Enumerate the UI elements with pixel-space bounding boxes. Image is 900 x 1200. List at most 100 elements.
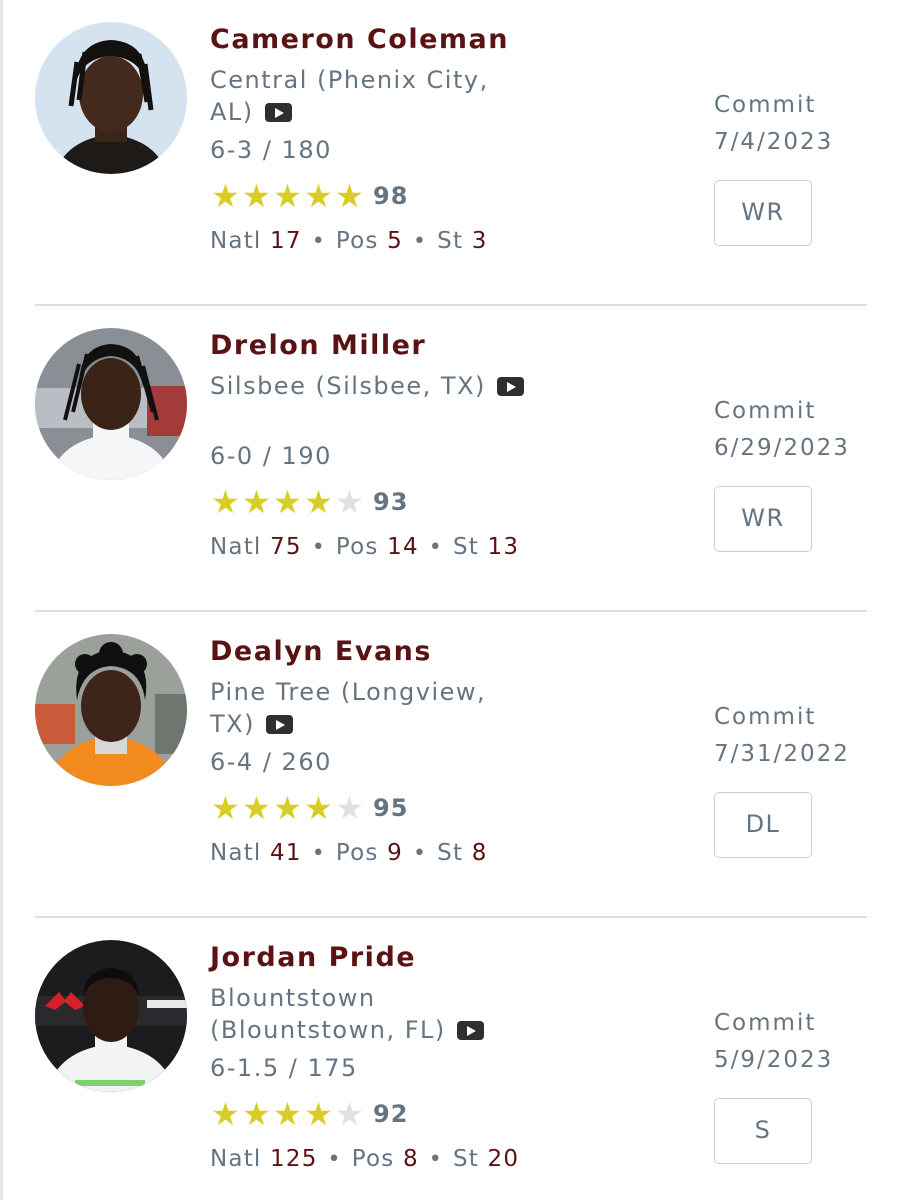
commit-date: 5/9/2023 xyxy=(714,1047,834,1073)
st-rank[interactable]: 20 xyxy=(488,1146,520,1172)
height-weight: 6-4 / 260 xyxy=(210,748,332,776)
video-play-icon[interactable] xyxy=(266,715,294,734)
rankings: Natl 125 • Pos 8 • St 20 xyxy=(210,1146,519,1172)
pos-rank[interactable]: 8 xyxy=(403,1146,419,1172)
pos-rank[interactable]: 9 xyxy=(387,840,403,866)
star-rating: ★ ★ ★ ★ ★ xyxy=(210,180,365,212)
star-filled-icon: ★ xyxy=(304,789,333,827)
star-filled-icon: ★ xyxy=(211,177,240,215)
rating-score: 92 xyxy=(373,1100,409,1128)
player-avatar[interactable] xyxy=(35,634,187,786)
school-text: Silsbee (Silsbee, TX) xyxy=(210,372,486,400)
position-badge[interactable]: DL xyxy=(714,792,812,858)
rating-row: ★ ★ ★ ★ ★ 95 xyxy=(210,792,408,824)
pos-label: Pos xyxy=(335,840,379,866)
star-filled-icon: ★ xyxy=(242,789,271,827)
video-play-icon[interactable] xyxy=(456,1021,484,1040)
recruit-card[interactable]: Cameron Coleman Central (Phenix City, AL… xyxy=(35,0,867,306)
player-school: Central (Phenix City, AL) xyxy=(210,64,530,128)
star-filled-icon: ★ xyxy=(242,483,271,521)
star-filled-icon: ★ xyxy=(273,789,302,827)
star-empty-icon: ★ xyxy=(335,1095,364,1133)
rating-score: 95 xyxy=(373,794,409,822)
pos-rank[interactable]: 14 xyxy=(387,534,419,560)
school-text: Pine Tree (Longview, TX) xyxy=(210,678,487,738)
player-school: Blountstown (Blountstown, FL) xyxy=(210,982,530,1046)
separator-dot: • xyxy=(311,229,326,254)
separator-dot: • xyxy=(311,535,326,560)
st-label: St xyxy=(452,534,480,560)
natl-label: Natl xyxy=(210,1146,262,1172)
star-rating: ★ ★ ★ ★ ★ xyxy=(210,792,365,824)
star-filled-icon: ★ xyxy=(273,483,302,521)
player-name[interactable]: Jordan Pride xyxy=(210,942,416,973)
commit-date: 6/29/2023 xyxy=(714,435,850,461)
video-play-icon[interactable] xyxy=(264,103,292,122)
rankings: Natl 75 • Pos 14 • St 13 xyxy=(210,534,519,560)
natl-label: Natl xyxy=(210,534,262,560)
page-left-border xyxy=(0,0,3,1200)
commit-date: 7/4/2023 xyxy=(714,129,834,155)
height-weight: 6-1.5 / 175 xyxy=(210,1054,358,1082)
star-filled-icon: ★ xyxy=(211,789,240,827)
st-rank[interactable]: 13 xyxy=(488,534,520,560)
st-rank[interactable]: 3 xyxy=(472,228,488,254)
position-badge[interactable]: S xyxy=(714,1098,812,1164)
commit-label: Commit xyxy=(714,92,817,118)
commit-label: Commit xyxy=(714,398,817,424)
star-filled-icon: ★ xyxy=(242,1095,271,1133)
player-avatar[interactable] xyxy=(35,22,187,174)
st-label: St xyxy=(437,840,464,866)
separator-dot: • xyxy=(428,1147,443,1172)
commit-label: Commit xyxy=(714,1010,817,1036)
player-name[interactable]: Drelon Miller xyxy=(210,330,426,361)
player-avatar[interactable] xyxy=(35,940,187,1092)
natl-label: Natl xyxy=(210,840,262,866)
player-name[interactable]: Dealyn Evans xyxy=(210,636,432,667)
pos-rank[interactable]: 5 xyxy=(387,228,403,254)
recruit-card[interactable]: Drelon Miller Silsbee (Silsbee, TX) 6-0 … xyxy=(35,306,867,612)
position-badge[interactable]: WR xyxy=(714,180,812,246)
player-school: Pine Tree (Longview, TX) xyxy=(210,676,530,740)
star-empty-icon: ★ xyxy=(335,483,364,521)
pos-label: Pos xyxy=(335,228,379,254)
natl-rank[interactable]: 75 xyxy=(270,534,302,560)
pos-label: Pos xyxy=(335,534,379,560)
player-avatar[interactable] xyxy=(35,328,187,480)
separator-dot: • xyxy=(311,841,326,866)
rankings: Natl 17 • Pos 5 • St 3 xyxy=(210,228,488,254)
separator-dot: • xyxy=(412,841,428,866)
separator-dot: • xyxy=(327,1147,342,1172)
video-play-icon[interactable] xyxy=(497,377,525,396)
rankings: Natl 41 • Pos 9 • St 8 xyxy=(210,840,488,866)
star-filled-icon: ★ xyxy=(273,1095,302,1133)
player-school: Silsbee (Silsbee, TX) xyxy=(210,370,530,402)
recruit-card[interactable]: Dealyn Evans Pine Tree (Longview, TX) 6-… xyxy=(35,612,867,918)
st-label: St xyxy=(437,228,464,254)
star-filled-icon: ★ xyxy=(304,1095,333,1133)
recruit-list: Cameron Coleman Central (Phenix City, AL… xyxy=(35,0,867,1200)
st-label: St xyxy=(452,1146,480,1172)
height-weight: 6-0 / 190 xyxy=(210,442,332,470)
star-filled-icon: ★ xyxy=(211,483,240,521)
natl-rank[interactable]: 17 xyxy=(270,228,302,254)
rating-score: 93 xyxy=(373,488,409,516)
natl-rank[interactable]: 125 xyxy=(270,1146,318,1172)
star-filled-icon: ★ xyxy=(242,177,271,215)
star-rating: ★ ★ ★ ★ ★ xyxy=(210,1098,365,1130)
st-rank[interactable]: 8 xyxy=(472,840,488,866)
position-badge[interactable]: WR xyxy=(714,486,812,552)
player-name[interactable]: Cameron Coleman xyxy=(210,24,509,55)
rating-score: 98 xyxy=(373,182,409,210)
recruit-card[interactable]: Jordan Pride Blountstown (Blountstown, F… xyxy=(35,918,867,1200)
star-empty-icon: ★ xyxy=(335,789,364,827)
separator-dot: • xyxy=(428,535,443,560)
natl-rank[interactable]: 41 xyxy=(270,840,302,866)
star-filled-icon: ★ xyxy=(304,177,333,215)
star-rating: ★ ★ ★ ★ ★ xyxy=(210,486,365,518)
star-filled-icon: ★ xyxy=(211,1095,240,1133)
height-weight: 6-3 / 180 xyxy=(210,136,332,164)
natl-label: Natl xyxy=(210,228,262,254)
rating-row: ★ ★ ★ ★ ★ 93 xyxy=(210,486,408,518)
school-text: Central (Phenix City, AL) xyxy=(210,66,489,126)
